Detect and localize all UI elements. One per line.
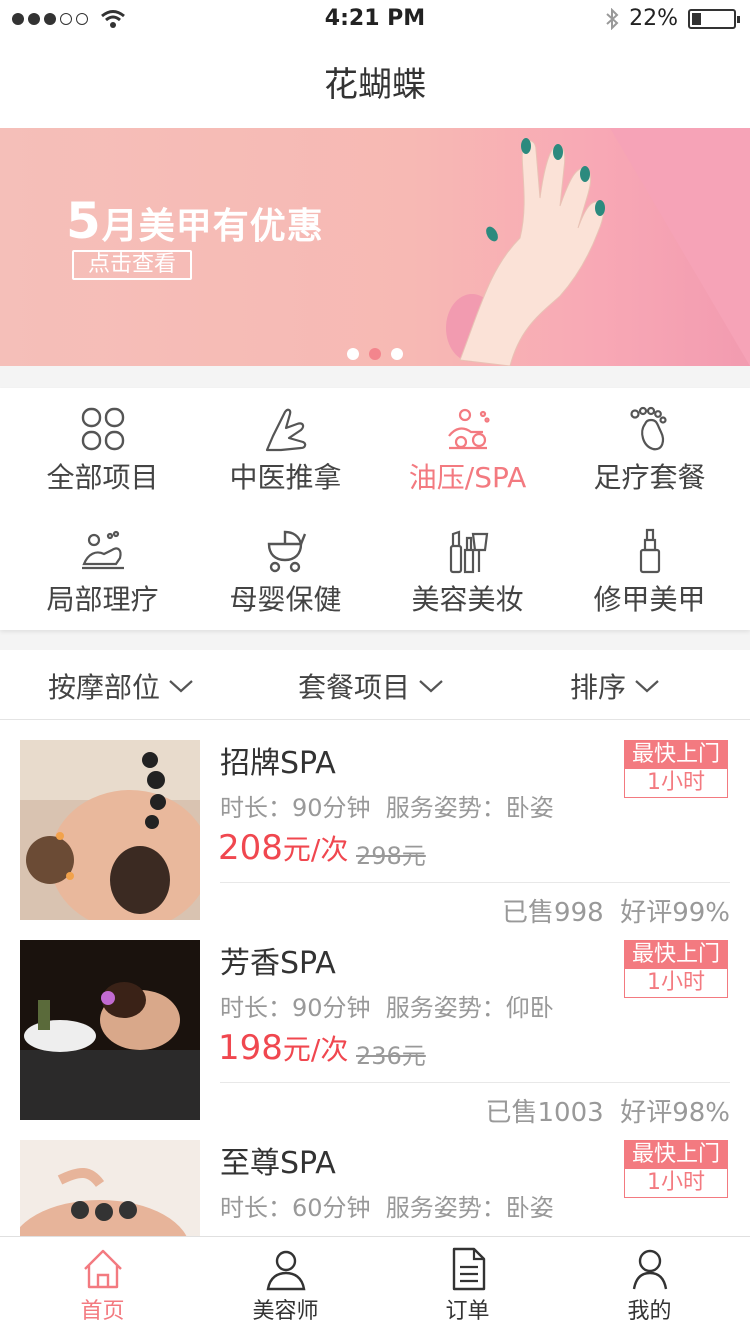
banner-headline: 5月美甲有优惠 <box>66 192 324 250</box>
tab-label: 美容师 <box>252 1299 319 1324</box>
nav-bar: 花蝴蝶 <box>0 40 750 128</box>
carousel-dot[interactable] <box>347 348 359 360</box>
filter-label: 套餐项目 <box>298 671 411 704</box>
category-label: 油压/SPA <box>408 461 527 494</box>
category-item[interactable]: 全部项目 <box>9 406 196 496</box>
category-label: 中医推拿 <box>229 461 342 494</box>
price-unit: 元/次 <box>282 1033 349 1066</box>
divider <box>220 882 730 883</box>
service-meta: 时长：60分钟 服务姿势：卧姿 <box>220 1194 554 1222</box>
category-item[interactable]: 足疗套餐 <box>556 406 743 496</box>
category-item[interactable]: 美容美妆 <box>374 528 561 618</box>
service-thumbnail <box>20 740 200 920</box>
beautician-icon <box>266 1250 305 1291</box>
service-meta: 时长：90分钟 服务姿势：仰卧 <box>220 994 554 1022</box>
spa-icon <box>447 408 490 450</box>
service-list: 招牌SPA 时长：90分钟 服务姿势：卧姿 208元/次 298元 最快上门 1… <box>0 720 750 1236</box>
badge-title: 最快上门 <box>625 941 727 969</box>
tab-beautician[interactable]: 美容师 <box>192 1247 379 1325</box>
category-label: 全部项目 <box>46 461 159 494</box>
category-label: 母婴保健 <box>229 583 342 616</box>
therapy-icon <box>81 530 124 570</box>
category-grid: 全部项目 中医推拿 油压/SPA 足疗套餐 局部理疗 母婴保健 美容美妆 修甲美… <box>0 388 750 630</box>
banner-headline-number: 5 <box>66 192 102 250</box>
service-item[interactable]: 至尊SPA 时长：60分钟 服务姿势：卧姿 最快上门 1小时 <box>0 1120 750 1236</box>
service-item[interactable]: 芳香SPA 时长：90分钟 服务姿势：仰卧 198元/次 236元 最快上门 1… <box>0 920 750 1128</box>
hand-illustration <box>446 138 605 366</box>
foot-icon <box>629 406 667 451</box>
service-thumbnail <box>20 940 200 1120</box>
battery-percent: 22% <box>629 6 678 31</box>
banner-headline-text: 月美甲有优惠 <box>101 206 324 247</box>
bluetooth-icon <box>606 7 619 30</box>
filter-sort-dropdown[interactable]: 排序 <box>570 666 660 706</box>
original-price: 298元 <box>356 842 426 870</box>
filter-label: 排序 <box>570 671 627 704</box>
service-name: 至尊SPA <box>220 1146 336 1181</box>
grid-icon <box>81 407 124 451</box>
category-label: 足疗套餐 <box>593 461 706 494</box>
tab-bar: 首页 美容师 订单 我的 <box>0 1236 750 1334</box>
filter-package-dropdown[interactable]: 套餐项目 <box>298 666 444 706</box>
status-bar: 4:21 PM 22% <box>0 0 750 40</box>
tab-label: 订单 <box>445 1299 490 1324</box>
tab-profile[interactable]: 我的 <box>556 1247 743 1325</box>
service-item[interactable]: 招牌SPA 时长：90分钟 服务姿势：卧姿 208元/次 298元 最快上门 1… <box>0 720 750 928</box>
badge-time: 1小时 <box>647 1170 705 1195</box>
battery-icon <box>688 8 740 29</box>
service-meta: 时长：90分钟 服务姿势：卧姿 <box>220 794 554 822</box>
chevron-down-icon <box>419 680 443 693</box>
divider <box>220 1082 730 1083</box>
filter-body-part-dropdown[interactable]: 按摩部位 <box>48 666 194 706</box>
nail-polish-icon <box>639 528 660 574</box>
service-price: 198元/次 <box>218 1028 348 1068</box>
price-value: 208 <box>218 828 283 868</box>
filter-label: 按摩部位 <box>48 671 161 704</box>
tab-label: 我的 <box>627 1299 672 1324</box>
banner-cta-button[interactable]: 点击查看 <box>72 250 193 280</box>
tab-orders[interactable]: 订单 <box>374 1247 561 1325</box>
page-title: 花蝴蝶 <box>324 65 426 105</box>
fastest-arrival-badge: 最快上门 1小时 <box>624 940 728 998</box>
service-name: 招牌SPA <box>220 746 336 781</box>
category-item[interactable]: 中医推拿 <box>192 406 379 496</box>
battery-level <box>692 12 701 25</box>
promo-banner[interactable]: 5月美甲有优惠 点击查看 <box>0 128 750 366</box>
tab-home[interactable]: 首页 <box>9 1247 196 1325</box>
category-item[interactable]: 局部理疗 <box>9 528 196 618</box>
service-price: 208元/次 <box>218 828 348 868</box>
chevron-down-icon <box>169 680 193 693</box>
badge-title: 最快上门 <box>625 1141 727 1169</box>
badge-title: 最快上门 <box>625 741 727 769</box>
stroller-icon <box>267 530 306 573</box>
badge-time: 1小时 <box>647 970 705 995</box>
home-icon <box>83 1249 122 1289</box>
carousel-indicator <box>0 348 750 360</box>
carousel-dot-active[interactable] <box>369 348 381 360</box>
category-label: 修甲美甲 <box>593 583 706 616</box>
fastest-arrival-badge: 最快上门 1小时 <box>624 740 728 798</box>
fastest-arrival-badge: 最快上门 1小时 <box>624 1140 728 1198</box>
profile-icon <box>632 1249 667 1290</box>
category-item[interactable]: 修甲美甲 <box>556 528 743 618</box>
badge-time: 1小时 <box>647 770 705 795</box>
tab-label: 首页 <box>80 1299 125 1324</box>
category-label: 美容美妆 <box>411 583 524 616</box>
category-item-active[interactable]: 油压/SPA <box>374 406 561 496</box>
service-thumbnail <box>20 1140 200 1236</box>
cosmetics-icon <box>449 530 488 574</box>
service-name: 芳香SPA <box>220 946 336 981</box>
category-label: 局部理疗 <box>46 583 159 616</box>
category-item[interactable]: 母婴保健 <box>192 528 379 618</box>
chevron-down-icon <box>635 680 659 693</box>
carousel-dot[interactable] <box>391 348 403 360</box>
price-value: 198 <box>218 1028 283 1068</box>
hand-icon <box>265 408 306 452</box>
original-price: 236元 <box>356 1042 426 1070</box>
order-icon <box>452 1247 485 1291</box>
price-unit: 元/次 <box>282 833 349 866</box>
filter-bar: 按摩部位 套餐项目 排序 <box>0 650 750 720</box>
